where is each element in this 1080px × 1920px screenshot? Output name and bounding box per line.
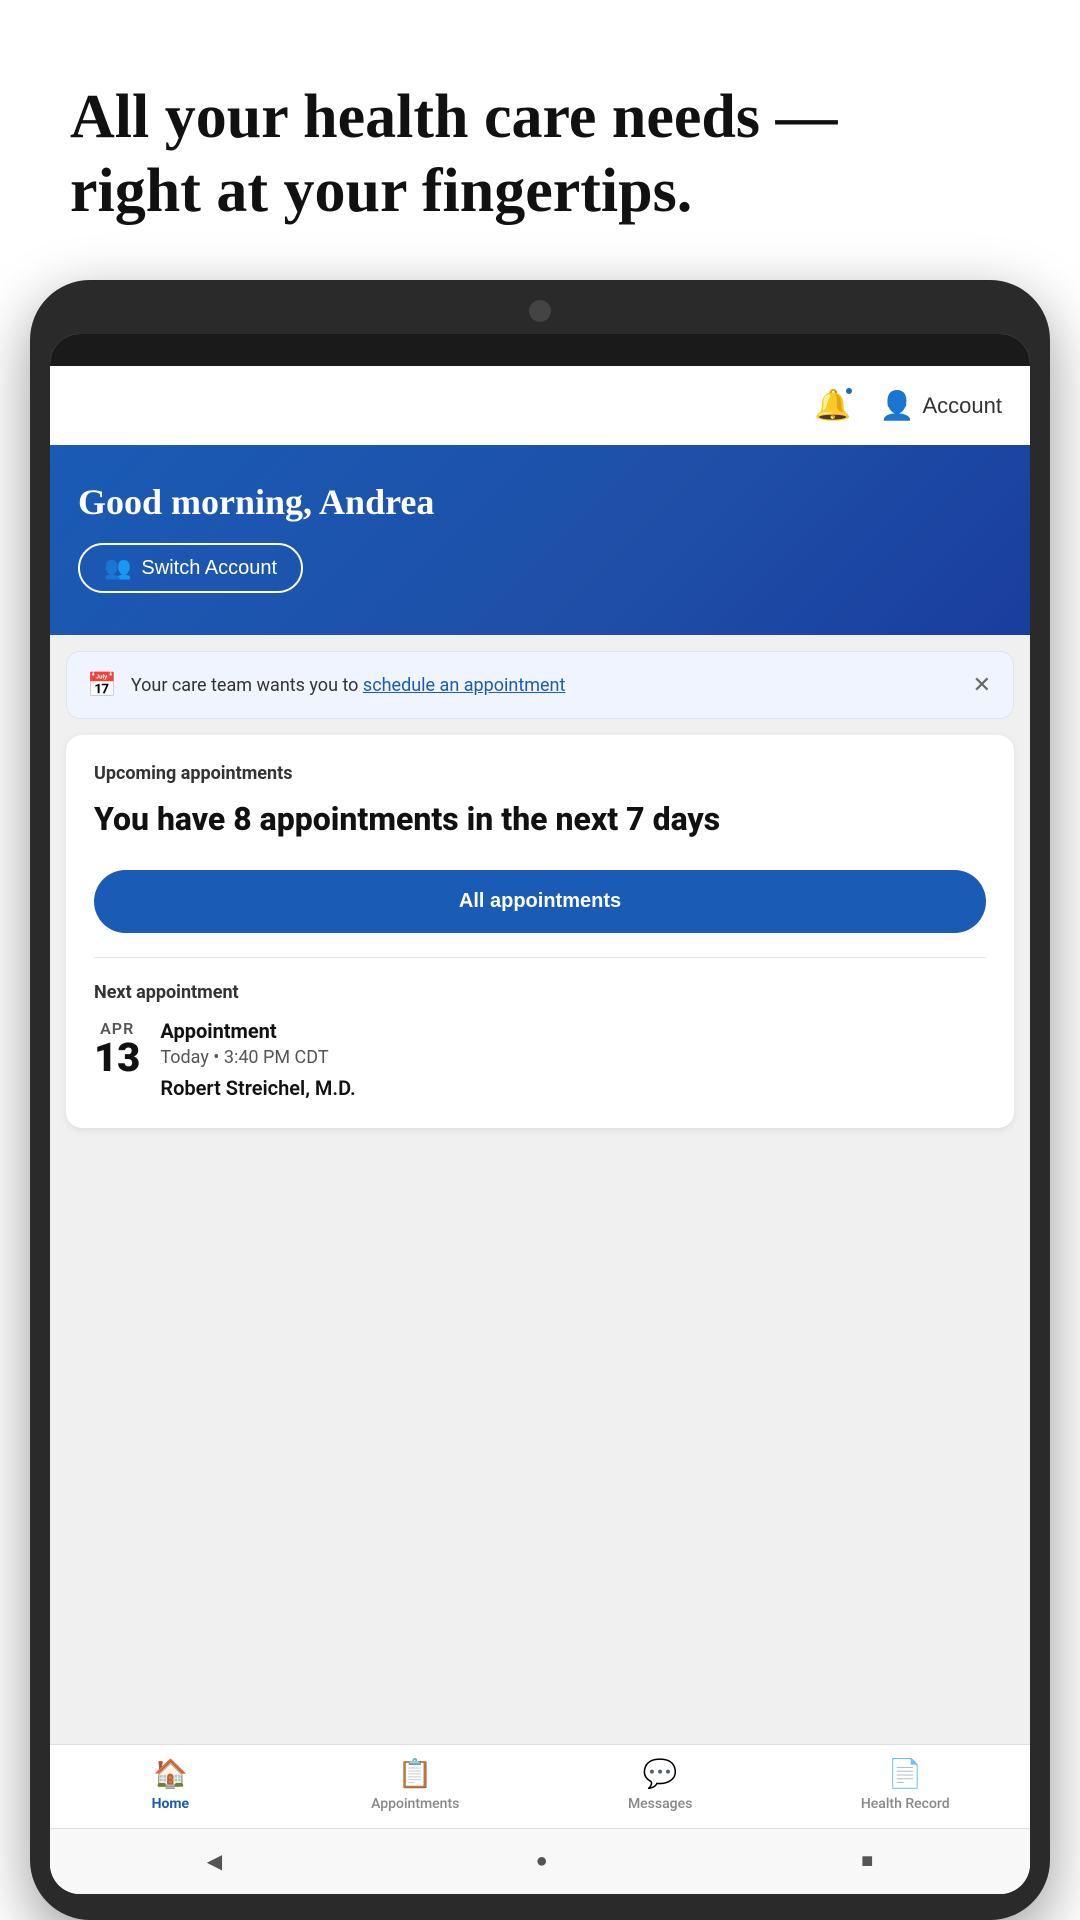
nav-appointments-label: Appointments: [371, 1796, 459, 1812]
notification-button[interactable]: 🔔: [810, 384, 855, 427]
next-appointment-label: Next appointment: [94, 982, 986, 1003]
greeting-banner: Good morning, Andrea 👥 Switch Account: [50, 445, 1030, 635]
switch-icon: 👥: [104, 555, 131, 581]
divider: [94, 957, 986, 958]
android-nav-bar: ◀ ● ■: [50, 1828, 1030, 1894]
nav-home-label: Home: [152, 1796, 189, 1812]
account-button[interactable]: 👤 Account: [880, 389, 1002, 422]
person-icon: 👤: [880, 389, 915, 422]
appointment-doctor: Robert Streichel, M.D.: [160, 1076, 986, 1100]
recents-button[interactable]: ■: [841, 1842, 893, 1881]
app-content: 🔔 👤 Account Good morning, Andrea 👥 Switc…: [50, 366, 1030, 1894]
care-notice-banner: 📅 Your care team wants you to schedule a…: [66, 651, 1014, 719]
main-content: Upcoming appointments You have 8 appoint…: [50, 719, 1030, 1744]
tablet-screen: 🔔 👤 Account Good morning, Andrea 👥 Switc…: [50, 334, 1030, 1894]
tablet-device: 🔔 👤 Account Good morning, Andrea 👥 Switc…: [30, 280, 1050, 1920]
home-icon: 🏠: [153, 1757, 188, 1790]
health-record-icon: 📄: [888, 1757, 923, 1790]
calendar-icon: 📅: [87, 671, 117, 699]
appointment-day: 13: [94, 1038, 140, 1078]
appointments-icon: 📋: [398, 1757, 433, 1790]
home-button[interactable]: ●: [516, 1842, 568, 1881]
care-notice-prefix: Your care team wants you to: [131, 675, 363, 696]
camera-dot: [529, 300, 551, 322]
card-title: You have 8 appointments in the next 7 da…: [94, 800, 986, 838]
schedule-appointment-link[interactable]: schedule an appointment: [363, 675, 565, 696]
appointments-card: Upcoming appointments You have 8 appoint…: [66, 735, 1014, 1128]
nav-health-record[interactable]: 📄 Health Record: [861, 1757, 950, 1812]
hero-line1: All your health care needs —: [70, 83, 838, 151]
appointment-details: Appointment Today • 3:40 PM CDT Robert S…: [160, 1019, 986, 1100]
next-appointment-row: APR 13 Appointment Today • 3:40 PM CDT R…: [94, 1019, 986, 1100]
appointment-time: Today • 3:40 PM CDT: [160, 1047, 986, 1068]
switch-account-button[interactable]: 👥 Switch Account: [78, 543, 303, 593]
nav-health-record-label: Health Record: [861, 1796, 950, 1812]
messages-icon: 💬: [643, 1757, 678, 1790]
switch-account-label: Switch Account: [141, 557, 277, 580]
app-header: 🔔 👤 Account: [50, 366, 1030, 445]
nav-messages-label: Messages: [628, 1796, 692, 1812]
back-button[interactable]: ◀: [187, 1841, 242, 1882]
notification-dot: [844, 386, 854, 396]
care-notice-text: Your care team wants you to schedule an …: [131, 675, 957, 696]
nav-home[interactable]: 🏠 Home: [130, 1757, 210, 1812]
greeting-text: Good morning, Andrea: [78, 481, 1002, 523]
status-bar: [50, 334, 1030, 366]
hero-line2: right at your fingertips.: [70, 157, 692, 225]
bottom-nav: 🏠 Home 📋 Appointments 💬 Messages 📄 Healt…: [50, 1744, 1030, 1828]
appointment-date: APR 13: [94, 1019, 140, 1078]
all-appointments-button[interactable]: All appointments: [94, 870, 986, 933]
account-label: Account: [923, 393, 1003, 419]
care-notice-close-button[interactable]: ✕: [971, 670, 993, 700]
card-subtitle: Upcoming appointments: [94, 763, 986, 784]
appointment-type: Appointment: [160, 1019, 986, 1043]
nav-messages[interactable]: 💬 Messages: [620, 1757, 700, 1812]
nav-appointments[interactable]: 📋 Appointments: [371, 1757, 459, 1812]
hero-text: All your health care needs — right at yo…: [0, 0, 1080, 269]
